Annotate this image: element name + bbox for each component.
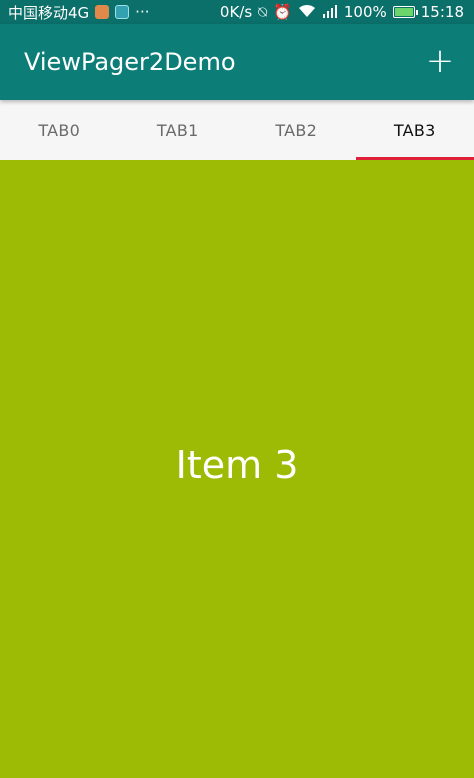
tab-0[interactable]: TAB0 [0, 100, 119, 160]
app-title: ViewPager2Demo [24, 48, 236, 76]
status-right: 0K/s ⍉ ⏰ 100% 15:18 [220, 3, 474, 21]
view-pager[interactable]: Item 3 [0, 160, 474, 778]
more-notifications-indicator: ··· [135, 3, 150, 21]
tab-2[interactable]: TAB2 [237, 100, 356, 160]
page-item-text: Item 3 [175, 443, 299, 487]
signal-icon [322, 4, 338, 21]
tab-bar: TAB0 TAB1 TAB2 TAB3 [0, 100, 474, 160]
tab-3[interactable]: TAB3 [355, 100, 474, 160]
tab-1[interactable]: TAB1 [119, 100, 238, 160]
notification-app-icon-2 [115, 5, 130, 19]
notification-app-icon [95, 5, 110, 19]
app-bar: ViewPager2Demo + [0, 24, 474, 100]
carrier-label: 中国移动4G [8, 3, 90, 22]
add-button[interactable]: + [424, 44, 456, 78]
network-speed: 0K/s [219, 3, 253, 21]
status-left: 中国移动4G ··· [0, 2, 149, 23]
vibrate-off-icon: ⍉ [258, 2, 268, 21]
wifi-icon [298, 4, 316, 21]
status-bar: 中国移动4G ··· 0K/s ⍉ ⏰ 100% 15:18 [0, 0, 474, 24]
battery-icon [392, 6, 418, 18]
clock: 15:18 [420, 3, 464, 21]
battery-percent: 100% [343, 3, 387, 21]
alarm-icon: ⏰ [273, 2, 292, 21]
